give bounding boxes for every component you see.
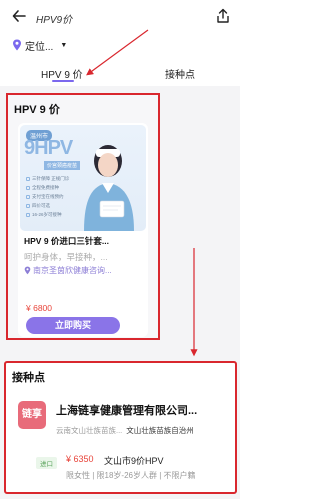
site-price: ¥ 6350 [66,454,94,464]
site-section-title: 接种点 [12,372,45,384]
location-selector[interactable]: 定位... ▼ [12,37,67,53]
hpv-section: HPV 9 价 温州市 9HPV 价宫颈癌疫苗 三针保障 正规门诊 全程免费接种… [6,93,160,340]
image-subheadline: 价宫颈癌疫苗 [44,161,81,170]
location-pin-icon [24,266,31,275]
chevron-down-icon: ▼ [60,41,68,49]
back-arrow-icon[interactable] [12,8,26,24]
product-address-text: 南京圣茵欣健康咨询... [33,266,112,275]
share-icon[interactable] [216,8,230,24]
location-label: 定位... [25,41,54,53]
image-bullet: 三针保障 正规门诊 [26,174,69,183]
location-pin-icon [13,39,21,51]
buy-now-button[interactable]: 立即购买 [26,317,120,334]
product-address: 南京圣茵欣健康咨询... [24,265,142,276]
image-bullet-list: 三针保障 正规门诊 全程免费接种 支付宝在线预约 四价可选 16-26岁可接种 [26,174,69,219]
top-bar: HPV9价 [0,0,240,34]
vaccination-site-section: 接种点 链享 上海链享健康管理有限公司... 云南文山壮族苗族... 文山壮族苗… [4,361,237,494]
search-query[interactable]: HPV9价 [36,11,72,26]
site-vaccine-name: 文山市9价HPV [104,456,164,466]
tab-sites[interactable]: 接种点 [165,66,195,81]
site-address-detail: 云南文山壮族苗族... [56,426,123,435]
site-logo: 链享 [18,401,46,429]
tab-hpv[interactable]: HPV 9 价 [41,66,83,81]
image-bullet: 支付宝在线预约 [26,192,69,201]
nurse-illustration [84,145,134,231]
image-bullet: 四价可选 [26,201,69,210]
site-address-region: 文山壮族苗族自治州 [126,426,194,435]
product-card[interactable]: 温州市 9HPV 价宫颈癌疫苗 三针保障 正规门诊 全程免费接种 支付宝在线预约… [18,123,148,337]
product-name: HPV 9 价进口三针套... [24,236,110,246]
tab-bar: HPV 9 价 接种点 [0,62,240,86]
image-bullet: 全程免费接种 [26,183,69,192]
site-address: 云南文山壮族苗族... 文山壮族苗族自治州 [56,425,232,436]
active-tab-indicator [52,80,74,82]
hpv-section-title: HPV 9 价 [14,104,60,116]
image-headline: 9HPV [24,137,73,159]
image-bullet: 16-26岁可接种 [26,210,69,219]
product-description: 呵护身体，早接种，... [24,252,108,262]
product-price: ¥ 6800 [26,303,52,313]
site-card[interactable]: 链享 上海链享健康管理有限公司... 云南文山壮族苗族... 文山壮族苗族自治州… [10,391,232,489]
product-image: 温州市 9HPV 价宫颈癌疫苗 三针保障 正规门诊 全程免费接种 支付宝在线预约… [20,125,146,231]
import-tag: 进口 [36,457,57,469]
site-restrictions: 限女性 | 限18岁-26岁人群 | 不限户籍 [66,471,196,480]
site-name: 上海链享健康管理有限公司... [56,405,198,417]
